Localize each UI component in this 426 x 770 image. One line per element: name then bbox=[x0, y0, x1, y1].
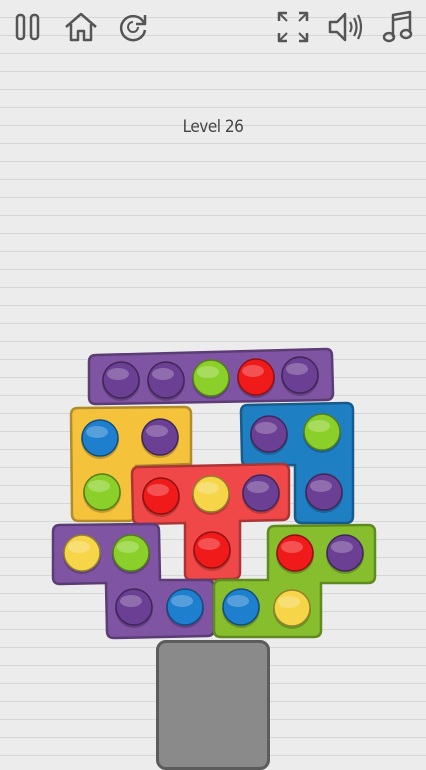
dot-blue bbox=[81, 419, 119, 459]
piece-purple-bar[interactable] bbox=[87, 347, 335, 406]
dot-green bbox=[303, 413, 341, 453]
dot-yellow bbox=[192, 475, 230, 515]
dot-purple bbox=[281, 356, 319, 396]
dot-yellow bbox=[63, 534, 101, 574]
dot-purple bbox=[147, 361, 185, 401]
dot-purple bbox=[242, 474, 280, 514]
dot-blue bbox=[166, 588, 204, 628]
dot-red bbox=[237, 358, 275, 398]
dot-red bbox=[193, 531, 231, 571]
dot-purple bbox=[141, 418, 179, 458]
dot-purple bbox=[305, 473, 343, 513]
dot-purple bbox=[326, 534, 364, 574]
dot-green bbox=[112, 534, 150, 574]
puzzle-board bbox=[51, 347, 377, 640]
dot-yellow bbox=[273, 589, 311, 629]
dot-purple bbox=[250, 415, 288, 455]
dot-purple bbox=[115, 588, 153, 628]
dot-green bbox=[83, 473, 121, 513]
dot-green bbox=[192, 359, 230, 399]
dot-blue bbox=[222, 588, 260, 628]
dot-red bbox=[276, 534, 314, 574]
dot-purple bbox=[102, 361, 140, 401]
dot-red bbox=[142, 477, 180, 517]
